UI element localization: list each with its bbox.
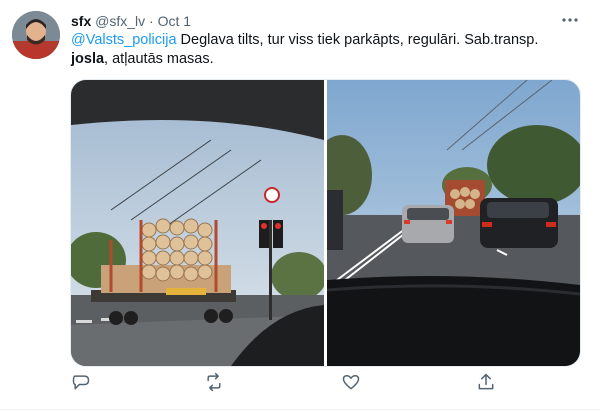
media-grid [70,79,581,367]
separator: · [149,13,154,29]
tweet-actions [0,372,600,398]
divider [0,409,600,410]
tweet[interactable]: sfx @sfx_lv · Oct 1 @Valsts_policija Deg… [0,0,600,411]
reply-icon[interactable] [71,372,97,398]
tweet-header: sfx @sfx_lv · Oct 1 [71,12,191,30]
truck-with-logs-photo[interactable] [71,80,327,366]
tweet-text-part1: Deglava tilts, tur viss tiek parkāpts, r… [176,32,539,48]
traffic-on-bridge-photo[interactable] [312,80,580,366]
share-icon[interactable] [476,372,502,398]
author-name[interactable]: sfx [71,13,91,29]
tweet-text-part2: , atļautās masas. [104,51,214,67]
mention-link[interactable]: @Valsts_policija [71,32,177,48]
like-icon[interactable] [341,372,367,398]
tweet-text: @Valsts_policija Deglava tilts, tur viss… [71,31,571,69]
more-options-icon[interactable] [561,11,579,29]
tweet-date[interactable]: Oct 1 [158,13,191,29]
tweet-text-bold: josla [71,51,105,67]
retweet-icon[interactable] [204,372,230,398]
author-handle[interactable]: @sfx_lv [95,13,145,29]
avatar[interactable] [12,11,60,59]
